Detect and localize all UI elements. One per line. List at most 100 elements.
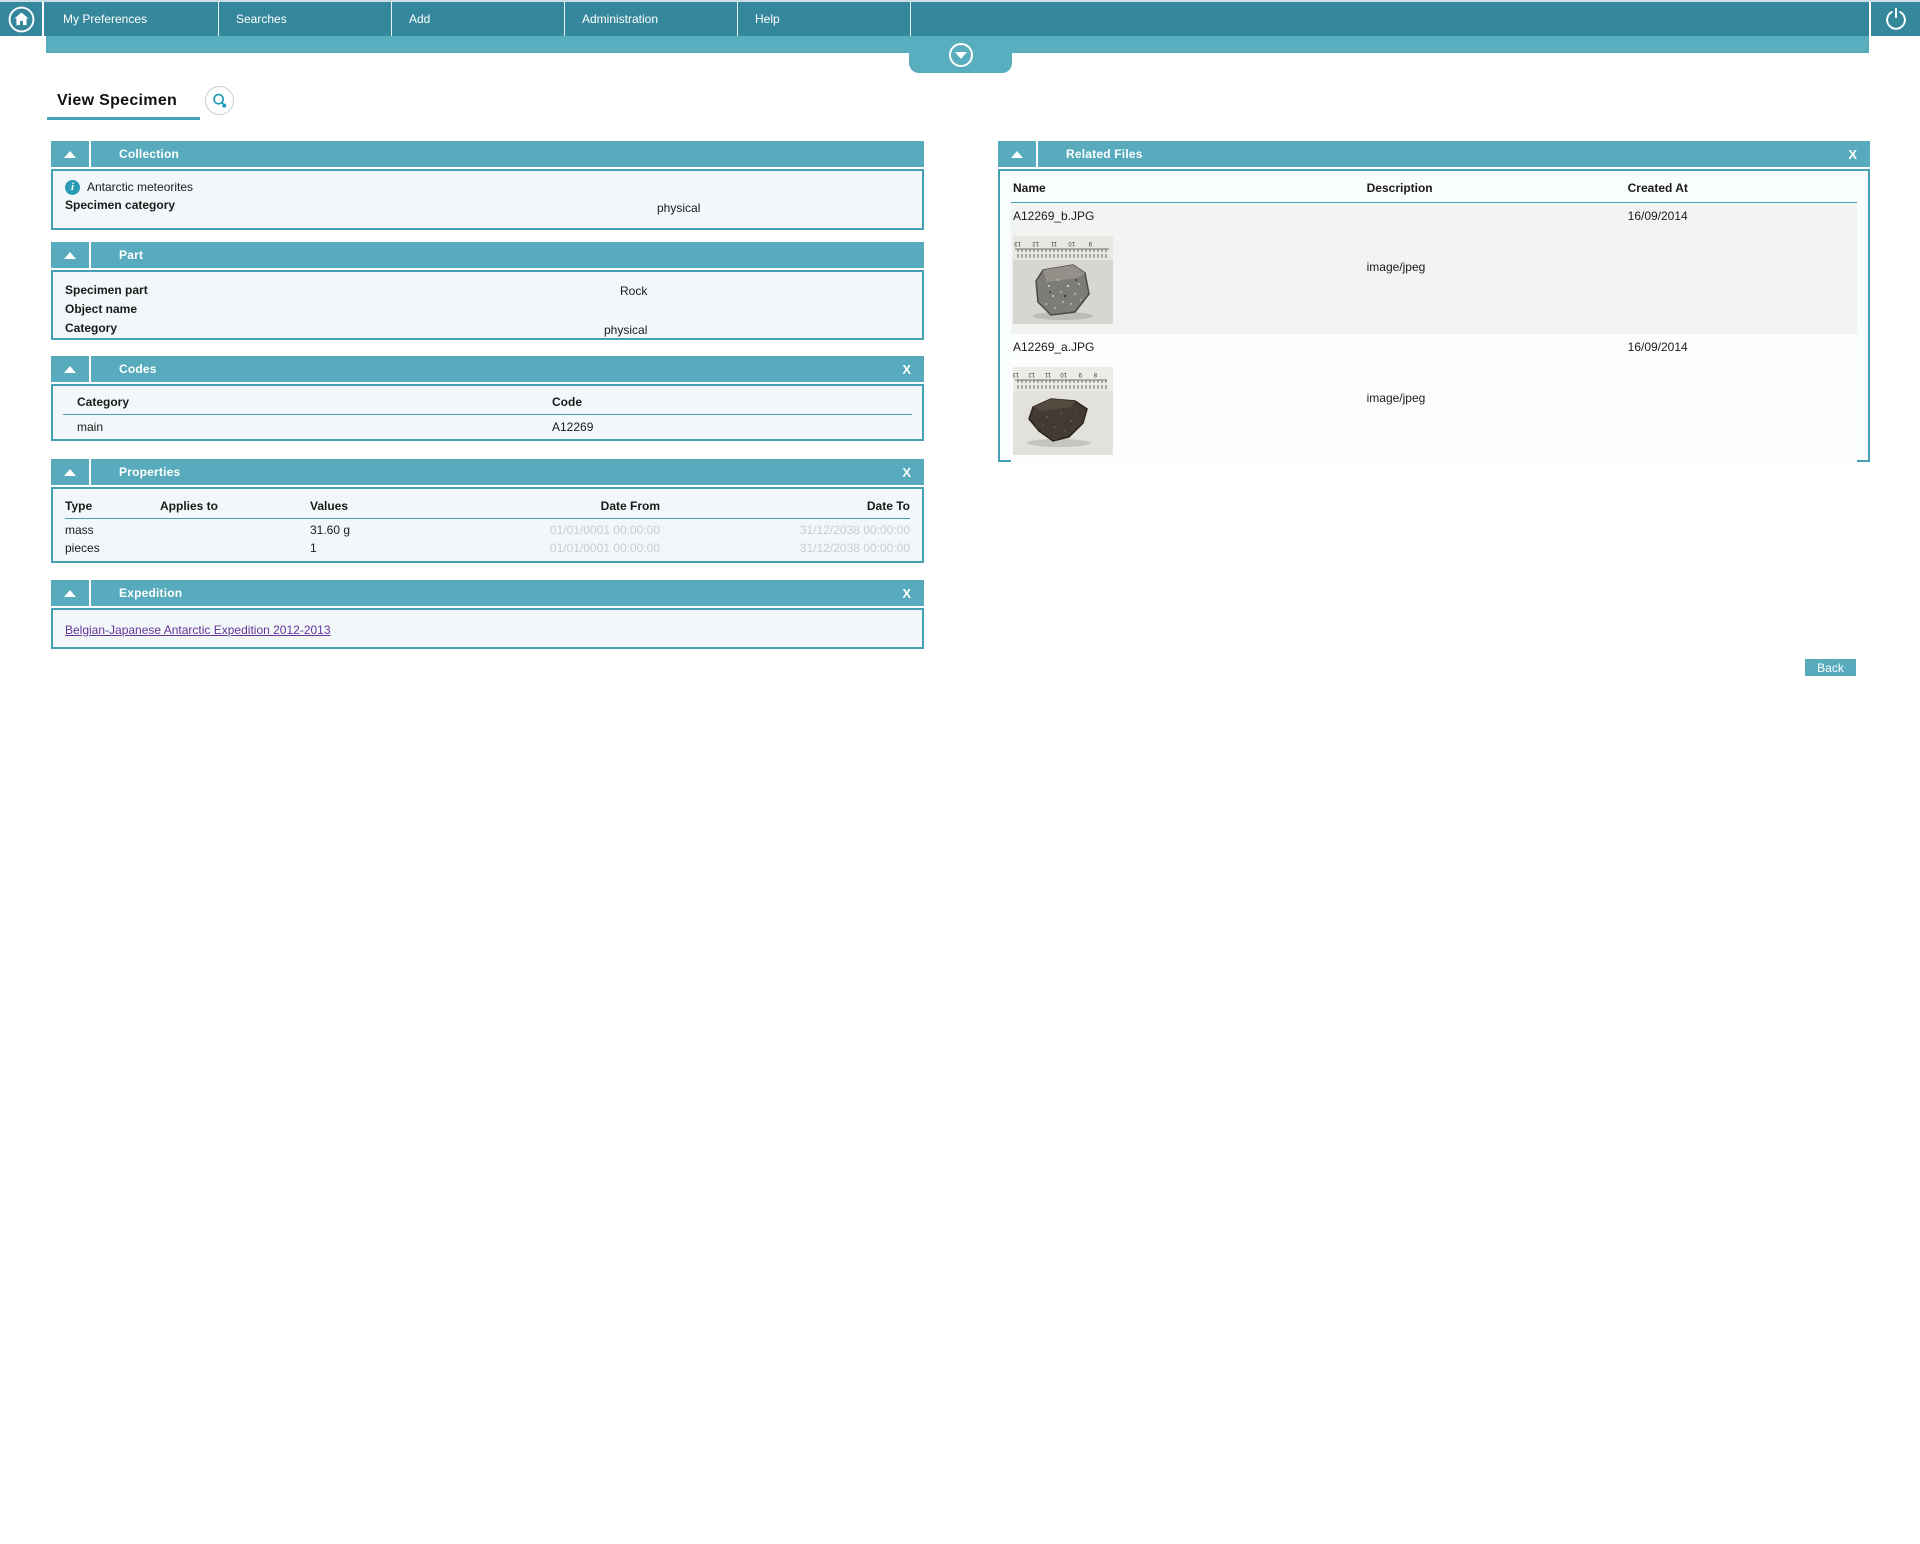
svg-text:12: 12 xyxy=(1028,371,1035,377)
panel-title: Properties xyxy=(119,465,181,479)
svg-text:10: 10 xyxy=(1060,371,1067,377)
svg-text:11: 11 xyxy=(1044,371,1051,377)
field-row: Category physical xyxy=(65,321,910,338)
column-header: Date To xyxy=(660,496,910,519)
chevron-up-icon xyxy=(64,251,76,259)
field-label: Object name xyxy=(65,302,138,316)
panel-title: Collection xyxy=(119,147,180,161)
nav-expand-tab[interactable] xyxy=(909,36,1012,73)
specimen-thumbnail[interactable]: 13 12 11 10 9 8 xyxy=(1013,367,1113,455)
record-preview-button[interactable] xyxy=(205,86,234,115)
part-panel: Part Specimen part Rock Object name Cate… xyxy=(51,242,924,340)
svg-text:10: 10 xyxy=(1068,240,1075,246)
expedition-close-button[interactable]: X xyxy=(902,586,924,601)
part-panel-header: Part xyxy=(51,242,924,268)
column-header: Type xyxy=(65,496,160,519)
page-title: View Specimen xyxy=(57,92,178,109)
property-applies-cell xyxy=(160,537,310,555)
field-row: Object name xyxy=(65,302,910,319)
field-value: Rock xyxy=(620,284,648,298)
code-value-cell: A12269 xyxy=(552,420,594,434)
file-name-cell: A12269_a.JPG 13 12 11 xyxy=(1013,340,1367,455)
svg-text:11: 11 xyxy=(1050,240,1057,246)
properties-table: Type Applies to Values Date From Date To… xyxy=(65,496,910,555)
column-header: Applies to xyxy=(160,496,310,519)
home-icon xyxy=(8,6,34,32)
properties-close-button[interactable]: X xyxy=(902,465,924,480)
file-row[interactable]: A12269_a.JPG 13 12 11 xyxy=(1011,334,1857,465)
related-files-panel-header: Related Files X xyxy=(998,141,1870,167)
properties-panel-header: Properties X xyxy=(51,459,924,485)
logout-button[interactable] xyxy=(1869,2,1920,36)
field-label: Specimen category xyxy=(65,198,176,212)
collection-panel: Collection i Antarctic meteorites Specim… xyxy=(51,141,924,230)
collection-panel-body: i Antarctic meteorites Specimen category… xyxy=(51,169,924,230)
svg-text:12: 12 xyxy=(1032,240,1039,246)
collection-info-line: i Antarctic meteorites xyxy=(65,178,910,196)
property-dateto-cell: 31/12/2038 00:00:00 xyxy=(799,541,910,555)
expedition-collapse-button[interactable] xyxy=(51,580,91,606)
nav-item-searches[interactable]: Searches xyxy=(219,2,392,36)
codes-close-button[interactable]: X xyxy=(902,362,924,377)
file-row[interactable]: A12269_b.JPG 13 12 11 10 9 image/jpeg 16… xyxy=(1011,203,1857,334)
field-label: Category xyxy=(65,321,118,335)
column-header: Category xyxy=(63,392,552,415)
file-name[interactable]: A12269_b.JPG xyxy=(1013,209,1367,223)
related-files-panel: Related Files X Name Description Created… xyxy=(998,141,1870,465)
table-header-row: Name Description Created At xyxy=(1011,177,1857,203)
chevron-down-icon xyxy=(954,51,967,59)
top-nav-bar: My Preferences Searches Add Administrati… xyxy=(0,0,1920,36)
related-files-panel-body: Name Description Created At A12269_b.JPG xyxy=(998,169,1870,465)
page: My Preferences Searches Add Administrati… xyxy=(0,0,1920,1544)
table-row[interactable]: mass 31.60 g 01/01/0001 00:00:00 31/12/2… xyxy=(65,519,910,538)
nav-item-my-preferences[interactable]: My Preferences xyxy=(46,2,219,36)
column-header: Created At xyxy=(1627,181,1688,195)
table-row[interactable]: pieces 1 01/01/0001 00:00:00 31/12/2038 … xyxy=(65,537,910,555)
column-header: Date From xyxy=(510,496,660,519)
file-description: image/jpeg xyxy=(1366,259,1426,274)
nav-menu: My Preferences Searches Add Administrati… xyxy=(46,2,911,36)
table-header-row: Category Code xyxy=(63,392,912,415)
field-label: Specimen part xyxy=(65,283,148,297)
nav-item-administration[interactable]: Administration xyxy=(565,2,738,36)
specimen-thumbnail[interactable]: 13 12 11 10 9 xyxy=(1013,236,1113,324)
nav-item-help[interactable]: Help xyxy=(738,2,911,36)
column-header: Code xyxy=(552,392,912,415)
file-description: image/jpeg xyxy=(1366,390,1426,405)
property-value-cell: 31.60 g xyxy=(310,523,351,537)
column-header: Description xyxy=(1366,181,1433,195)
properties-panel-body: Type Applies to Values Date From Date To… xyxy=(51,487,924,563)
info-icon[interactable]: i xyxy=(65,179,80,195)
svg-text:13: 13 xyxy=(1013,371,1019,377)
codes-panel: Codes X Category Code main A12269 xyxy=(51,356,924,441)
codes-collapse-button[interactable] xyxy=(51,356,91,382)
property-type-cell: mass xyxy=(65,523,94,537)
expedition-panel-body: Belgian-Japanese Antarctic Expedition 20… xyxy=(51,608,924,649)
expedition-link[interactable]: Belgian-Japanese Antarctic Expedition 20… xyxy=(65,623,331,637)
file-name-cell: A12269_b.JPG 13 12 11 10 9 xyxy=(1013,209,1367,324)
table-row[interactable]: main A12269 xyxy=(63,415,912,434)
property-applies-cell xyxy=(160,519,310,538)
properties-panel: Properties X Type Applies to Values Date… xyxy=(51,459,924,563)
codes-table: Category Code main A12269 xyxy=(63,392,912,434)
chevron-up-icon xyxy=(64,150,76,158)
property-value-cell: 1 xyxy=(310,541,317,555)
svg-text:13: 13 xyxy=(1014,240,1021,246)
chevron-up-icon xyxy=(64,468,76,476)
part-collapse-button[interactable] xyxy=(51,242,91,268)
file-name[interactable]: A12269_a.JPG xyxy=(1013,340,1367,354)
related-files-close-button[interactable]: X xyxy=(1848,147,1870,162)
nav-item-add[interactable]: Add xyxy=(392,2,565,36)
back-button[interactable]: Back xyxy=(1805,659,1856,676)
panel-title: Related Files xyxy=(1066,147,1143,161)
properties-collapse-button[interactable] xyxy=(51,459,91,485)
property-datefrom-cell: 01/01/0001 00:00:00 xyxy=(549,523,660,537)
property-datefrom-cell: 01/01/0001 00:00:00 xyxy=(549,541,660,555)
codes-panel-body: Category Code main A12269 xyxy=(51,384,924,441)
home-button[interactable] xyxy=(0,2,44,36)
chevron-circle xyxy=(948,42,973,67)
chevron-up-icon xyxy=(64,589,76,597)
collection-panel-header: Collection xyxy=(51,141,924,167)
related-files-collapse-button[interactable] xyxy=(998,141,1038,167)
collection-collapse-button[interactable] xyxy=(51,141,91,167)
